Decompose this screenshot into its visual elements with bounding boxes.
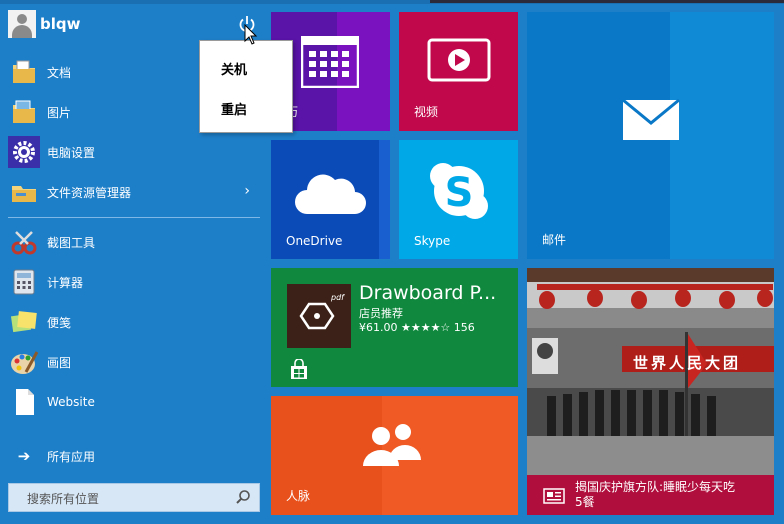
store-bag-icon: [291, 359, 307, 379]
tile-video-label: 视频: [414, 105, 439, 119]
calculator-icon: [8, 266, 40, 298]
chevron-right-icon[interactable]: ›: [244, 183, 250, 199]
tile-skype-label: Skype: [414, 234, 451, 248]
left-item-label: 计算器: [47, 275, 84, 290]
left-item-paint[interactable]: 画图: [8, 344, 260, 380]
snipping-tool-icon: [8, 226, 40, 258]
pictures-folder-icon: [8, 96, 40, 128]
news-headline-line2: 5餐: [575, 495, 595, 509]
store-app-rating: ¥61.00 ★★★★☆ 156: [359, 321, 475, 334]
left-item-label: 画图: [47, 355, 72, 370]
documents-folder-icon: [8, 56, 40, 88]
restart-menu-item[interactable]: 重启: [221, 99, 247, 118]
user-account[interactable]: blqw: [8, 10, 80, 38]
skype-logo-icon: S: [430, 163, 488, 219]
arrow-right-icon: ➔: [17, 447, 31, 465]
all-apps-button[interactable]: ➔ 所有应用: [8, 447, 95, 465]
onedrive-cloud-icon: [295, 174, 366, 214]
tile-video[interactable]: 视频: [399, 12, 518, 131]
store-app-logo: pdf: [287, 284, 351, 348]
mail-envelope-icon: [622, 99, 680, 140]
paint-icon: [8, 346, 40, 378]
avatar: [8, 10, 36, 38]
left-item-label: 图片: [47, 105, 72, 120]
drawboard-logo-text: pdf: [331, 293, 344, 302]
power-menu: 关机 重启: [199, 40, 293, 133]
left-item-label: 文档: [47, 65, 72, 80]
news-headline-line1: 揭国庆护旗方队:睡眠少每天吃: [575, 480, 736, 494]
shutdown-menu-item[interactable]: 关机: [221, 59, 247, 78]
all-apps-label: 所有应用: [47, 449, 96, 464]
news-photo: [527, 268, 774, 515]
divider: [8, 217, 260, 218]
tile-people-label: 人脉: [286, 489, 311, 503]
left-item-label: 文件资源管理器: [47, 185, 132, 200]
settings-gear-icon: [8, 136, 40, 168]
tile-news[interactable]: 世界人民大团 揭国庆护旗方队:睡眠少每天吃 5餐: [527, 268, 774, 515]
file-explorer-icon: [8, 176, 40, 208]
search-box[interactable]: 搜索所有位置: [8, 483, 260, 512]
left-item-label: Website: [47, 395, 95, 409]
news-banner-text: 世界人民大团: [633, 354, 742, 372]
svg-text:S: S: [445, 170, 474, 216]
search-placeholder: 搜索所有位置: [27, 492, 100, 506]
tile-onedrive[interactable]: OneDrive: [271, 140, 390, 259]
tile-onedrive-label: OneDrive: [286, 234, 343, 248]
tile-mail-label: 邮件: [542, 233, 567, 247]
left-item-label: 截图工具: [47, 235, 96, 250]
search-icon[interactable]: [235, 489, 251, 505]
left-item-sticky-notes[interactable]: 便笺: [8, 304, 260, 340]
left-item-label: 便笺: [47, 315, 72, 330]
calendar-icon: [301, 36, 359, 88]
top-strip-dark: [430, 0, 784, 3]
news-icon: [543, 488, 565, 504]
left-item-file-explorer[interactable]: 文件资源管理器 ›: [8, 174, 260, 210]
store-app-subtitle: 店员推荐: [359, 307, 403, 320]
left-item-label: 电脑设置: [47, 145, 96, 160]
left-item-website[interactable]: Website: [8, 384, 260, 420]
mouse-cursor-icon: [244, 24, 258, 45]
people-icon: [363, 424, 421, 466]
document-page-icon: [8, 386, 40, 418]
video-play-icon: [427, 38, 491, 82]
left-item-calculator[interactable]: 计算器: [8, 264, 260, 300]
store-app-title: Drawboard P...: [359, 282, 497, 304]
tile-skype[interactable]: S Skype: [399, 140, 518, 259]
left-item-snipping-tool[interactable]: 截图工具: [8, 224, 260, 260]
tile-people[interactable]: 人脉: [271, 396, 518, 515]
tile-store[interactable]: pdf Drawboard P... 店员推荐 ¥61.00 ★★★★☆ 156: [271, 268, 518, 387]
sticky-notes-icon: [8, 306, 40, 338]
tile-mail[interactable]: 邮件: [527, 12, 774, 259]
news-headline: 揭国庆护旗方队:睡眠少每天吃 5餐: [575, 480, 735, 510]
left-item-pc-settings[interactable]: 电脑设置: [8, 134, 260, 170]
user-name: blqw: [40, 15, 81, 33]
